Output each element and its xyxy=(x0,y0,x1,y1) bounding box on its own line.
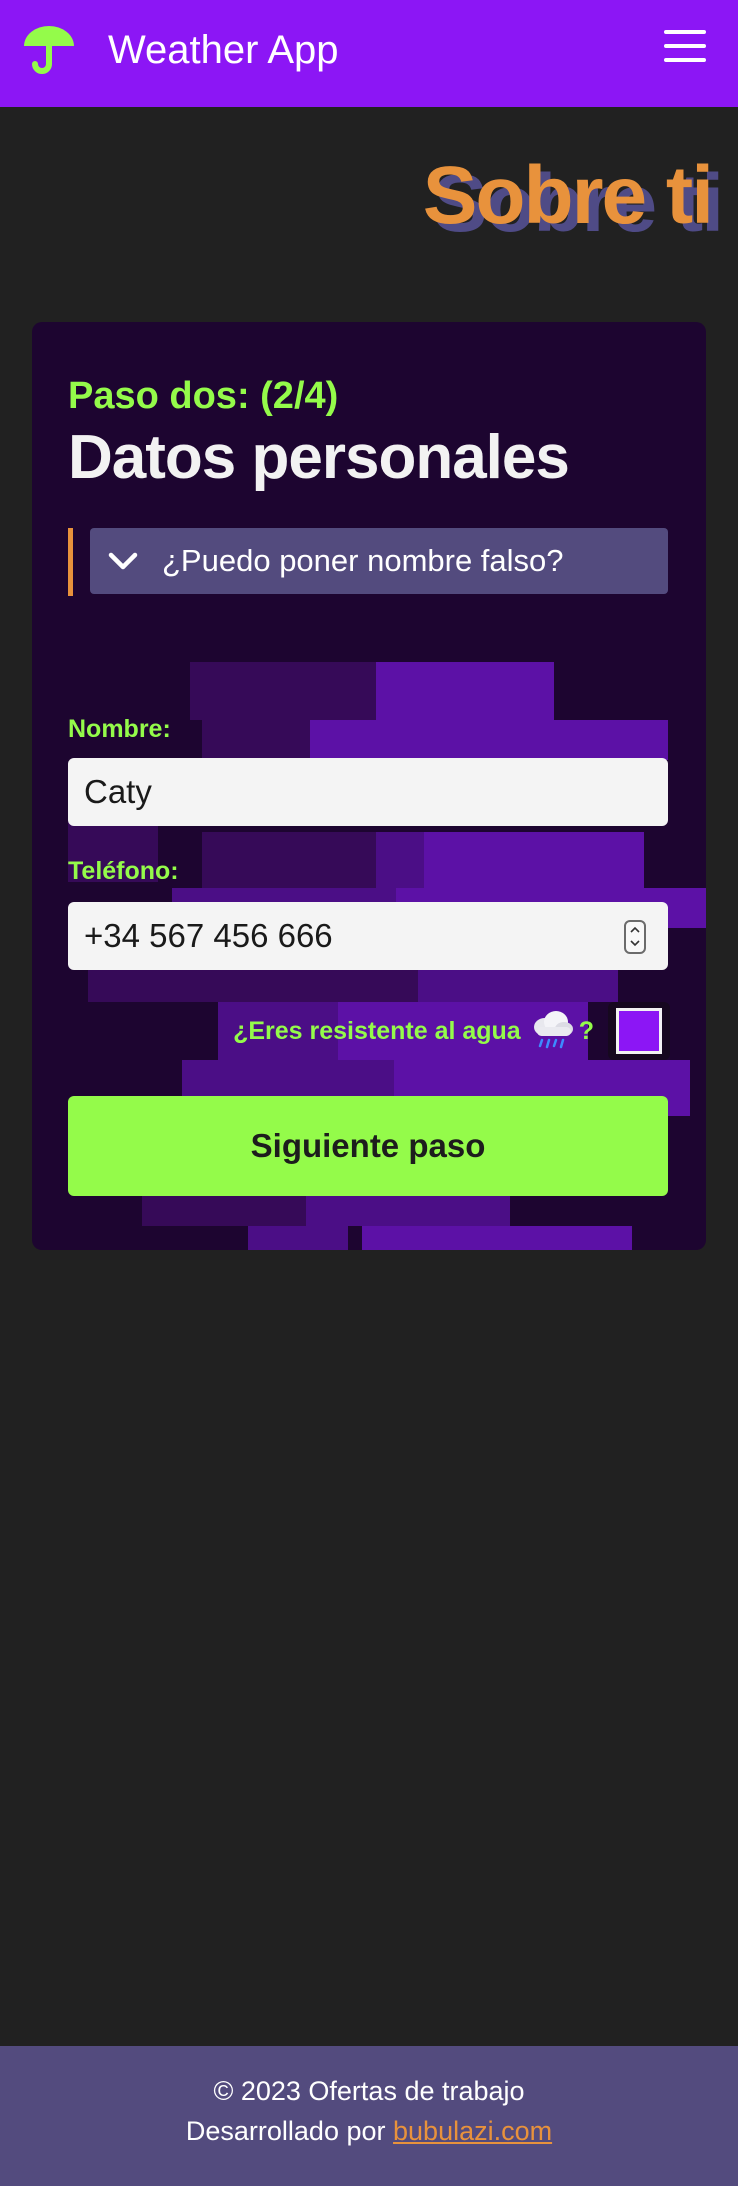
name-label: Nombre: xyxy=(68,715,171,743)
footer-developer-link[interactable]: bubulazi.com xyxy=(393,2116,552,2146)
stepper-down-icon xyxy=(630,940,640,947)
footer-credits: Desarrollado por bubulazi.com xyxy=(0,2114,738,2148)
step-indicator: Paso dos: (2/4) xyxy=(68,375,339,417)
water-resistance-label: ¿Eres resistente al agua xyxy=(233,1017,521,1045)
name-input[interactable]: Caty xyxy=(68,758,668,826)
rain-cloud-icon xyxy=(529,1009,575,1053)
top-app-bar: Weather App xyxy=(0,0,738,107)
footer: © 2023 Ofertas de trabajo Desarrollado p… xyxy=(0,2046,738,2186)
page-hero-title: Sobre ti xyxy=(422,150,714,241)
next-step-button[interactable]: Siguiente paso xyxy=(68,1096,668,1196)
hamburger-menu-icon[interactable] xyxy=(662,26,710,66)
personal-data-form-card: Paso dos: (2/4) Datos personales ¿Puedo … xyxy=(32,322,706,1250)
water-question-mark: ? xyxy=(578,1016,594,1045)
footer-copyright: © 2023 Ofertas de trabajo xyxy=(213,2076,525,2106)
form-title: Datos personales xyxy=(68,423,570,492)
water-resistance-checkbox[interactable] xyxy=(616,1008,662,1054)
phone-value: +34 567 456 666 xyxy=(84,917,333,954)
number-stepper[interactable] xyxy=(624,920,646,954)
faq-accordion: ¿Puedo poner nombre falso? xyxy=(68,528,668,596)
phone-label: Teléfono: xyxy=(68,857,179,885)
faq-accent-bar xyxy=(68,528,73,596)
umbrella-icon[interactable] xyxy=(22,24,76,76)
footer-developed-by: Desarrollado por xyxy=(185,2116,386,2146)
phone-input[interactable]: +34 567 456 666 xyxy=(68,902,668,970)
faq-toggle-button[interactable]: ¿Puedo poner nombre falso? xyxy=(90,528,668,594)
stepper-up-icon xyxy=(630,926,640,933)
water-resistance-row: ¿Eres resistente al agua ? xyxy=(233,1002,670,1060)
app-title[interactable]: Weather App xyxy=(108,26,339,74)
faq-question: ¿Puedo poner nombre falso? xyxy=(162,543,564,578)
water-checkbox-frame xyxy=(608,1002,670,1060)
chevron-down-icon xyxy=(106,548,140,574)
